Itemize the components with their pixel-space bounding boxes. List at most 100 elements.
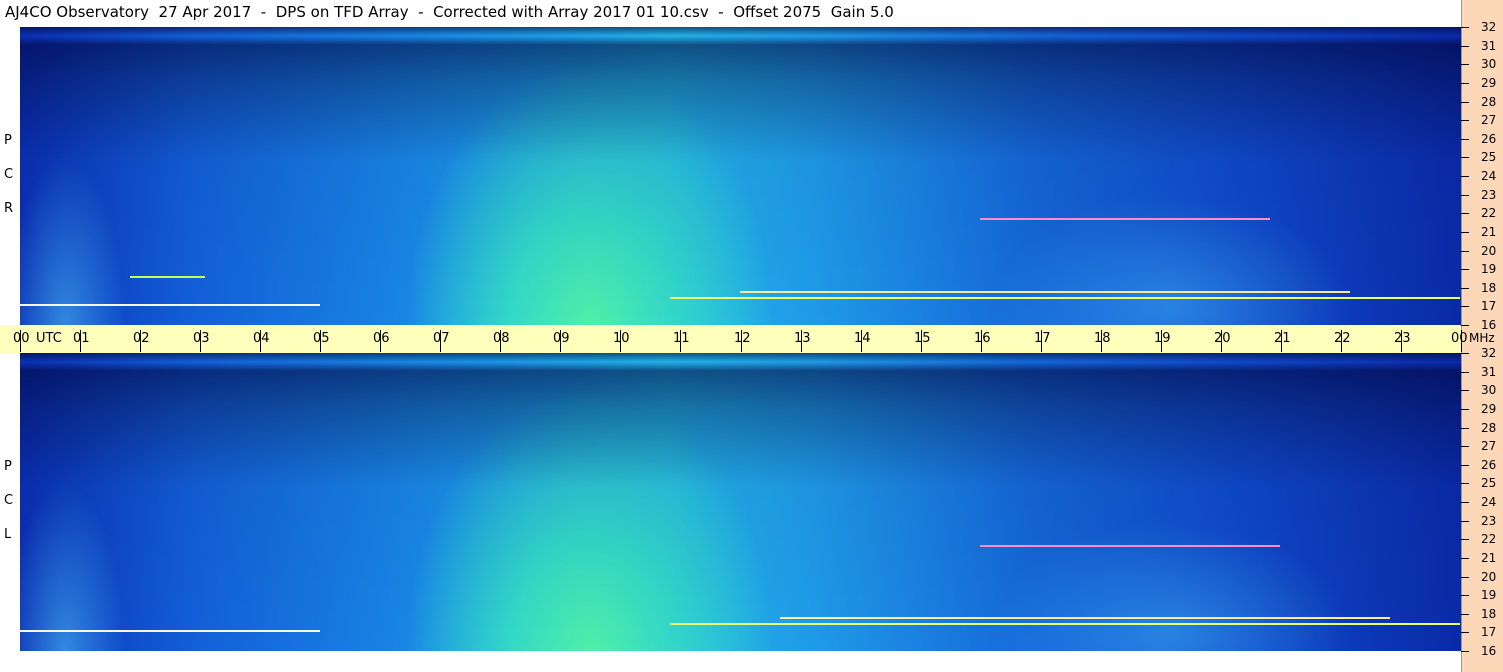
mhz-tick: [1461, 46, 1469, 47]
mhz-tick: [1461, 195, 1469, 196]
utc-tick-label: 03: [193, 331, 210, 346]
mhz-tick: [1461, 446, 1469, 447]
mhz-tick-label: 27: [1481, 439, 1497, 453]
mhz-tick: [1461, 428, 1469, 429]
utc-tick-label: 01: [73, 331, 90, 346]
mhz-tick: [1461, 251, 1469, 252]
utc-tick-label: 21: [1274, 331, 1291, 346]
utc-tick-label: 12: [734, 331, 751, 346]
mhz-tick: [1461, 539, 1469, 540]
mhz-tick: [1461, 390, 1469, 391]
mhz-tick: [1461, 213, 1469, 214]
mhz-tick-label: 17: [1481, 625, 1497, 639]
interference-streak: [20, 304, 320, 306]
mhz-tick: [1461, 139, 1469, 140]
utc-tick-label: 23: [1394, 331, 1411, 346]
mhz-tick-label: 23: [1481, 514, 1497, 528]
mhz-tick-label: 30: [1481, 57, 1497, 71]
mhz-tick-label: 28: [1481, 421, 1497, 435]
mhz-tick: [1461, 483, 1469, 484]
mhz-tick-label: 24: [1481, 169, 1497, 183]
polarization-letter: R: [4, 201, 14, 216]
interference-streak: [980, 218, 1270, 220]
interference-streak: [980, 545, 1280, 547]
mhz-tick: [1461, 176, 1469, 177]
mhz-tick: [1461, 27, 1469, 28]
utc-tick-label: 17: [1034, 331, 1051, 346]
mhz-tick: [1461, 64, 1469, 65]
interference-streak: [740, 291, 1350, 293]
mhz-tick: [1461, 502, 1469, 503]
mhz-tick: [1461, 651, 1469, 652]
utc-tick-label: 09: [553, 331, 570, 346]
mhz-tick: [1461, 372, 1469, 373]
utc-tick-label: 22: [1334, 331, 1351, 346]
mhz-tick: [1461, 288, 1469, 289]
utc-tick-label: 14: [854, 331, 871, 346]
utc-tick-label: 15: [914, 331, 931, 346]
polarization-letter: C: [4, 493, 14, 508]
mhz-tick: [1461, 632, 1469, 633]
mhz-tick: [1461, 120, 1469, 121]
utc-tick-label: 08: [493, 331, 510, 346]
mhz-tick-label: 16: [1481, 318, 1497, 332]
mhz-tick-label: 17: [1481, 299, 1497, 313]
mhz-unit-label: MHz: [1469, 331, 1495, 345]
mhz-tick: [1461, 595, 1469, 596]
mhz-tick-label: 21: [1481, 225, 1497, 239]
mhz-tick-label: 25: [1481, 150, 1497, 164]
utc-unit-label: UTC: [36, 331, 62, 346]
mhz-tick-label: 19: [1481, 588, 1497, 602]
utc-tick-label: 18: [1094, 331, 1111, 346]
mhz-tick: [1461, 558, 1469, 559]
mhz-tick: [1461, 577, 1469, 578]
mhz-tick-label: 30: [1481, 383, 1497, 397]
polarization-letter: P: [4, 133, 12, 148]
rcp-spectrogram-panel: [20, 27, 1461, 325]
utc-tick-label: 00: [13, 331, 30, 346]
utc-time-axis: [0, 325, 1461, 353]
mhz-tick-label: 29: [1481, 76, 1497, 90]
interference-streak: [670, 297, 1460, 299]
mhz-tick: [1461, 521, 1469, 522]
polarization-letter: L: [4, 527, 12, 542]
mhz-tick-label: 22: [1481, 206, 1497, 220]
mhz-tick: [1461, 465, 1469, 466]
utc-tick-label: 04: [253, 331, 270, 346]
mhz-tick: [1461, 102, 1469, 103]
utc-tick-label: 20: [1214, 331, 1231, 346]
interference-streak: [670, 623, 1460, 625]
mhz-tick-label: 31: [1481, 39, 1497, 53]
utc-tick-label: 13: [794, 331, 811, 346]
interference-streak: [780, 617, 1390, 619]
mhz-tick-label: 32: [1481, 346, 1497, 360]
mhz-tick-label: 25: [1481, 476, 1497, 490]
utc-tick-label: 10: [613, 331, 630, 346]
utc-tick-label: 00: [1451, 331, 1468, 346]
mhz-tick-label: 18: [1481, 281, 1497, 295]
rcp-spectrogram: [20, 27, 1461, 325]
mhz-tick-label: 29: [1481, 402, 1497, 416]
mhz-tick: [1461, 157, 1469, 158]
mhz-tick-label: 27: [1481, 113, 1497, 127]
utc-tick-label: 06: [373, 331, 390, 346]
mhz-tick-label: 31: [1481, 365, 1497, 379]
mhz-tick-label: 22: [1481, 532, 1497, 546]
mhz-tick: [1461, 306, 1469, 307]
mhz-tick-label: 21: [1481, 551, 1497, 565]
utc-tick-label: 11: [673, 331, 690, 346]
mhz-tick-label: 18: [1481, 607, 1497, 621]
mhz-tick-label: 24: [1481, 495, 1497, 509]
utc-tick-label: 05: [313, 331, 330, 346]
mhz-tick-label: 20: [1481, 570, 1497, 584]
interference-streak: [130, 276, 205, 278]
mhz-tick: [1461, 614, 1469, 615]
utc-tick-label: 07: [433, 331, 450, 346]
mhz-tick: [1461, 325, 1469, 326]
lcp-spectrogram-panel: [20, 353, 1461, 651]
mhz-tick-label: 28: [1481, 95, 1497, 109]
polarization-letter: C: [4, 167, 14, 182]
interference-streak: [20, 630, 320, 632]
page-title: AJ4CO Observatory 27 Apr 2017 - DPS on T…: [5, 3, 894, 21]
mhz-tick-label: 26: [1481, 132, 1497, 146]
